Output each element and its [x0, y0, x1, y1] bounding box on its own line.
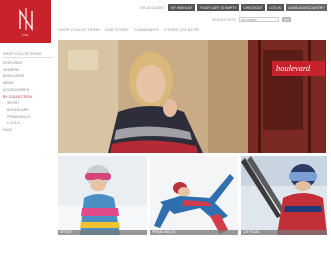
search-label: SEARCH SITE	[212, 17, 236, 22]
tile-label-us-team: US TEAM	[241, 230, 327, 235]
utility-bar: MY ACCOUNT MY WISHLIST YOUR CART IS EMPT…	[140, 4, 327, 11]
sidebar-item-sale[interactable]: SALE	[3, 127, 53, 134]
search-input[interactable]	[239, 17, 279, 22]
cart-button[interactable]: YOUR CART IS EMPTY	[197, 4, 239, 11]
sidebar-item-womens[interactable]: WOMENS	[3, 67, 53, 74]
tile-label-sport: SPORT	[58, 230, 147, 235]
collection-tile-sport[interactable]: SPORT	[58, 156, 147, 235]
site-search: SEARCH SITE	[212, 17, 279, 22]
hero-collection-banner[interactable]: boulevard	[272, 61, 325, 76]
sport-photo	[58, 156, 147, 235]
collection-tile-prima-belle[interactable]: PRIMA BELLE	[150, 156, 238, 235]
sidebar-item-featured[interactable]: FEATURED	[3, 60, 53, 67]
us-team-photo	[241, 156, 327, 235]
sidebar-item-accessories[interactable]: ACCESSORIES	[3, 87, 53, 94]
my-account-link[interactable]: MY ACCOUNT	[140, 6, 164, 10]
tile-label-prima-belle: PRIMA BELLE	[150, 230, 238, 235]
sidebar-heading: SHOP COLLECTIONS	[3, 52, 53, 58]
checkout-button[interactable]: CHECKOUT	[240, 4, 265, 11]
search-go-button[interactable]: GO	[282, 17, 291, 22]
nav-our-story[interactable]: OUR STORY	[105, 28, 129, 32]
sidebar-item-by-collection[interactable]: BY COLLECTION	[3, 94, 53, 101]
sidebar: SHOP COLLECTIONS FEATURED WOMENS BASELAY…	[3, 52, 53, 134]
language-country-button[interactable]: LANGUAGE/COUNTRY	[285, 4, 327, 11]
hero-image[interactable]: boulevard	[58, 40, 326, 153]
nav-store-locator[interactable]: STORE LOCATOR	[164, 28, 199, 32]
sidebar-item-ussa[interactable]: U.S.S.A.	[3, 120, 53, 127]
sidebar-item-baselayer[interactable]: BASELAYER	[3, 73, 53, 80]
hero-photo	[58, 40, 326, 153]
sidebar-item-sport[interactable]: SPORT	[3, 100, 53, 107]
logo-mark-icon	[18, 7, 33, 31]
collection-tile-us-team[interactable]: US TEAM	[241, 156, 327, 235]
prima-belle-photo	[150, 156, 238, 235]
brand-logo[interactable]: Nils	[0, 0, 51, 43]
nav-community[interactable]: COMMUNITY	[134, 28, 159, 32]
brand-wordmark: Nils	[22, 32, 29, 37]
nav-shop-collections[interactable]: SHOP COLLECTIONS	[58, 28, 100, 32]
sidebar-item-prima-belle[interactable]: PRIMA BELLE	[3, 114, 53, 121]
my-wishlist-button[interactable]: MY WISHLIST	[168, 4, 196, 11]
sidebar-item-mens[interactable]: MENS	[3, 80, 53, 87]
login-button[interactable]: LOG IN	[267, 4, 284, 11]
main-nav: SHOP COLLECTIONS OUR STORY COMMUNITY STO…	[58, 28, 199, 32]
sidebar-item-boulevard[interactable]: BOULEVARD	[3, 107, 53, 114]
